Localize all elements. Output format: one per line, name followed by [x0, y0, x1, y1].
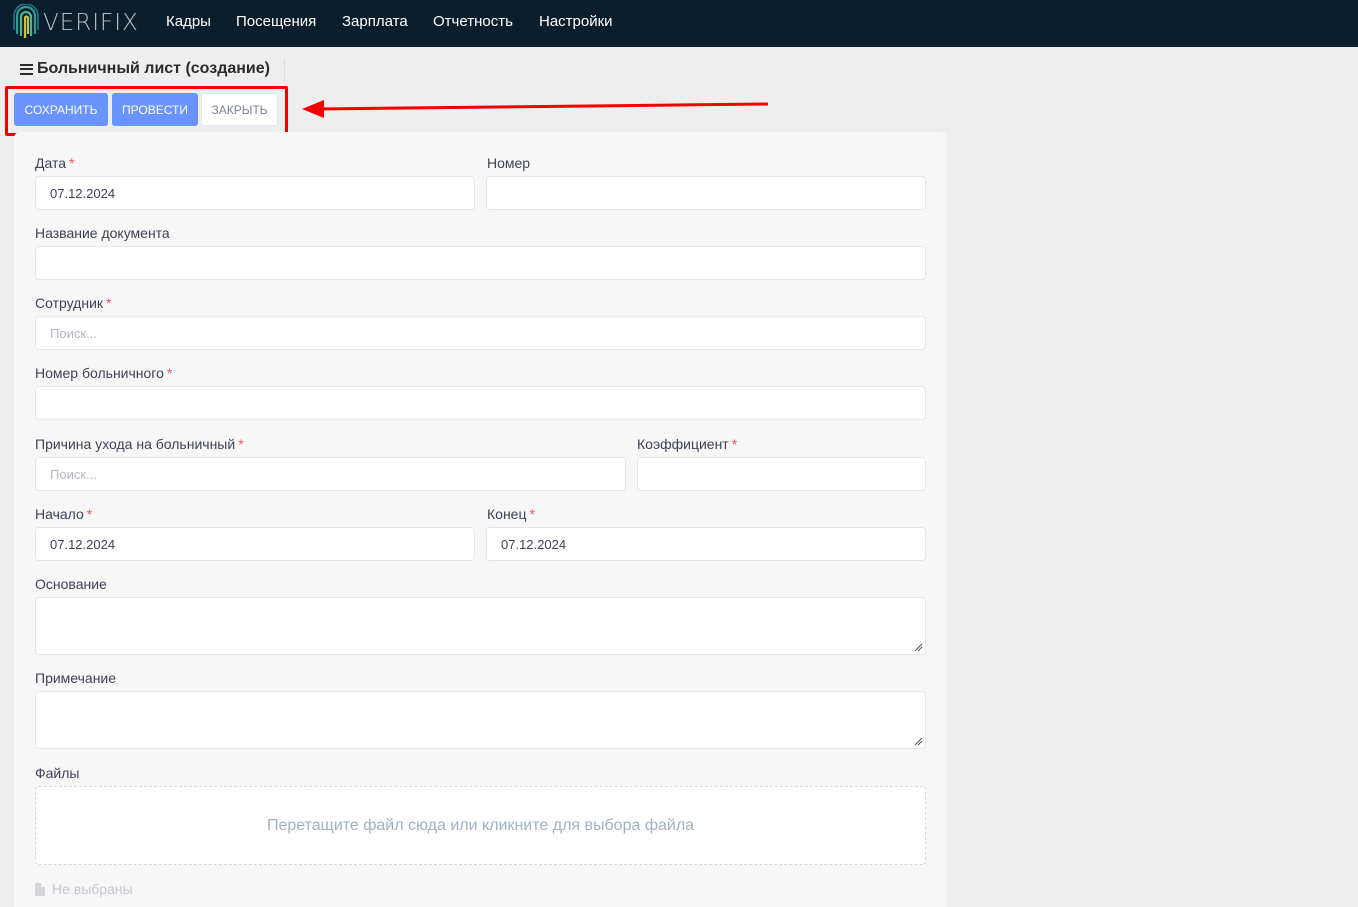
note-textarea[interactable]	[35, 691, 926, 749]
date-label: Дата *	[35, 155, 75, 171]
resize-handle-icon[interactable]	[914, 737, 923, 746]
files-label: Файлы	[35, 765, 80, 781]
files-empty-state: Не выбраны	[35, 881, 133, 897]
annotation-highlight-box	[5, 86, 288, 136]
coefficient-input[interactable]	[637, 457, 926, 491]
doc-name-label: Название документа	[35, 225, 170, 241]
start-label: Начало *	[35, 506, 93, 522]
note-label: Примечание	[35, 670, 117, 686]
number-input[interactable]	[486, 176, 926, 210]
employee-search-input[interactable]: Поиск...	[35, 316, 926, 350]
fingerprint-icon	[13, 4, 39, 38]
end-date-input[interactable]: 07.12.2024	[486, 527, 926, 561]
files-empty-text: Не выбраны	[52, 881, 133, 897]
divider	[284, 58, 285, 84]
basis-label: Основание	[35, 576, 107, 592]
resize-handle-icon[interactable]	[914, 643, 923, 652]
menu-icon[interactable]	[20, 63, 33, 75]
doc-name-input[interactable]	[35, 246, 926, 280]
employee-label: Сотрудник *	[35, 295, 112, 311]
nav-item-reports[interactable]: Отчетность	[433, 13, 513, 30]
coefficient-label: Коэффициент *	[637, 436, 738, 452]
reason-label: Причина ухода на больничный *	[35, 436, 244, 452]
nav-item-attendance[interactable]: Посещения	[236, 13, 316, 30]
page-header: Больничный лист (создание)	[20, 60, 270, 78]
date-input[interactable]: 07.12.2024	[35, 176, 475, 210]
page-title: Больничный лист (создание)	[37, 60, 270, 77]
logo-text: VERIFIX	[43, 10, 139, 36]
sick-number-input[interactable]	[35, 386, 926, 420]
file-dropzone[interactable]: Перетащите файл сюда или кликните для вы…	[35, 786, 926, 865]
dropzone-text: Перетащите файл сюда или кликните для вы…	[266, 816, 695, 834]
nav-item-salary[interactable]: Зарплата	[342, 13, 408, 30]
start-date-input[interactable]: 07.12.2024	[35, 527, 475, 561]
sick-number-label: Номер больничного *	[35, 365, 173, 381]
annotation-arrow-icon	[302, 100, 769, 118]
nav-item-settings[interactable]: Настройки	[539, 13, 613, 30]
number-label: Номер	[487, 155, 531, 171]
nav-item-staff[interactable]: Кадры	[166, 13, 211, 30]
end-label: Конец *	[487, 506, 535, 522]
top-navbar: VERIFIX Кадры Посещения Зарплата Отчетно…	[0, 0, 1358, 47]
file-icon	[35, 882, 45, 896]
logo[interactable]: VERIFIX	[13, 3, 139, 43]
reason-search-input[interactable]: Поиск...	[35, 457, 626, 491]
basis-textarea[interactable]	[35, 597, 926, 655]
